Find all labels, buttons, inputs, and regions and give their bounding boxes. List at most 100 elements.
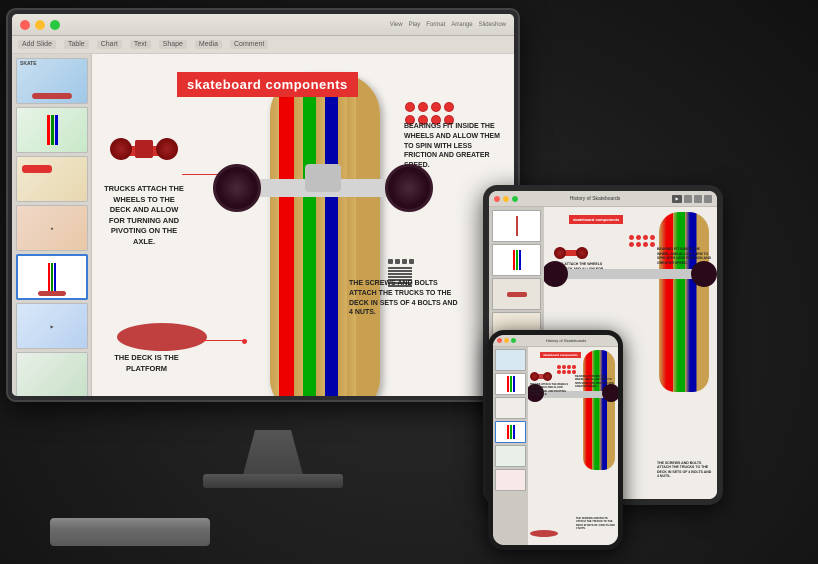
iphone-bearings bbox=[557, 365, 576, 374]
toolbar-chart[interactable]: Chart bbox=[97, 40, 122, 49]
mac-mini-base bbox=[50, 518, 210, 546]
slide-thumb-7[interactable] bbox=[16, 352, 88, 396]
toolbar-label-format: Format bbox=[426, 22, 445, 28]
truck-hanger bbox=[305, 164, 341, 192]
iphone-screws-text: THE SCREWS AND BOLTS ATTACH THE TRUCKS T… bbox=[576, 517, 616, 530]
presentation-area: SKATE bbox=[12, 54, 514, 396]
thumb-6-content: ▶ bbox=[48, 322, 55, 331]
toolbar-label-view: View bbox=[390, 22, 403, 28]
iphone-slide: skateboard components TRUCKS ATTACH THE … bbox=[528, 347, 618, 545]
ipad-btn-1[interactable] bbox=[684, 195, 692, 203]
slide-thumb-6[interactable]: ▶ bbox=[16, 303, 88, 349]
maximize-button[interactable] bbox=[50, 20, 60, 30]
ipad-bearing-7 bbox=[643, 242, 648, 247]
minimize-button[interactable] bbox=[35, 20, 45, 30]
toolbar-label-slideshow: Slideshow bbox=[479, 22, 506, 28]
slide-title: skateboard components bbox=[177, 72, 358, 97]
monitor: View Play Format Arrange Slideshow Add S… bbox=[8, 10, 538, 430]
ipad-bearing-8 bbox=[650, 242, 655, 247]
deck-illustration bbox=[117, 323, 207, 351]
ipad-toolbar: History of Skateboards ▶ bbox=[489, 191, 717, 207]
iphone-bearing-8 bbox=[572, 370, 576, 374]
iphone-truck-icon bbox=[531, 369, 551, 381]
iphone-device: History of Skateboards bbox=[488, 330, 623, 550]
iphone-bearing-6 bbox=[562, 370, 566, 374]
bearing-circle-1 bbox=[405, 102, 415, 112]
ipad-thumb-2[interactable] bbox=[492, 244, 541, 276]
deck-annotation-line bbox=[197, 340, 247, 341]
slide-thumb-5[interactable] bbox=[16, 254, 88, 300]
iphone-trucks-text: TRUCKS ATTACH THE WHEELS TO THE DECK AND… bbox=[530, 383, 568, 396]
iphone-toolbar: History of Skateboards bbox=[493, 335, 618, 347]
iphone-bearing-3 bbox=[567, 365, 571, 369]
iphone-maximize[interactable] bbox=[511, 338, 516, 343]
toolbar-label-arrange: Arrange bbox=[451, 22, 472, 28]
screws-annotation: THE SCREWS AND BOLTS ATTACH THE TRUCKS T… bbox=[349, 279, 459, 318]
iphone-sidebar bbox=[493, 347, 528, 545]
ipad-thumb-1[interactable] bbox=[492, 210, 541, 242]
thumb-1-label: SKATE bbox=[20, 61, 37, 67]
iphone-thumb-1[interactable] bbox=[495, 349, 526, 371]
screw-line-4 bbox=[388, 276, 412, 278]
wheel-right bbox=[385, 164, 433, 212]
ipad-maximize[interactable] bbox=[512, 196, 518, 202]
close-button[interactable] bbox=[20, 20, 30, 30]
iphone-title: History of Skateboards bbox=[518, 338, 614, 343]
ipad-btn-3[interactable] bbox=[704, 195, 712, 203]
deck-annotation: THE DECK IS THE PLATFORM bbox=[104, 353, 189, 374]
iphone-bearings-text: BEARING FIT INSIDE THE WHEEL AND ALLOW T… bbox=[575, 375, 615, 388]
ipad-slide-title: skateboard components bbox=[569, 215, 623, 224]
iphone-close[interactable] bbox=[497, 338, 502, 343]
ipad-play-btn[interactable]: ▶ bbox=[672, 195, 682, 203]
ipad-bearing-2 bbox=[636, 235, 641, 240]
iphone-screen: History of Skateboards bbox=[493, 335, 618, 545]
slide-sidebar: SKATE bbox=[12, 54, 92, 396]
monitor-screen-border: View Play Format Arrange Slideshow Add S… bbox=[8, 10, 518, 400]
slide-thumb-4[interactable]: ★ bbox=[16, 205, 88, 251]
ipad-btn-2[interactable] bbox=[694, 195, 702, 203]
toolbar-text[interactable]: Text bbox=[130, 40, 151, 49]
iphone-minimize[interactable] bbox=[504, 338, 509, 343]
ipad-bearing-3 bbox=[643, 235, 648, 240]
iphone-bearing-2 bbox=[562, 365, 566, 369]
screen-content: View Play Format Arrange Slideshow Add S… bbox=[12, 14, 514, 396]
ipad-minimize[interactable] bbox=[503, 196, 509, 202]
ipad-screws-text: THE SCREWS AND BOLTS ATTACH THE TRUCKS T… bbox=[657, 461, 712, 479]
trucks-annotation: TRUCKS ATTACH THE WHEELS TO THE DECK AND… bbox=[104, 184, 184, 247]
iphone-thumb-2[interactable] bbox=[495, 373, 526, 395]
toolbar-label-play: Play bbox=[409, 22, 421, 28]
slide-canvas[interactable]: skateboard components TRUCKS ATTACH THE … bbox=[92, 54, 514, 396]
bearing-circle-3 bbox=[431, 102, 441, 112]
macos-toolbar: View Play Format Arrange Slideshow bbox=[12, 14, 514, 36]
toolbar-media[interactable]: Media bbox=[195, 40, 222, 49]
deck-annotation-dot bbox=[242, 339, 247, 344]
ipad-bearings-text: BEARING FIT INSIDE THE WHEEL AND ALLOW T… bbox=[657, 247, 712, 265]
iphone-thumb-4[interactable] bbox=[495, 421, 526, 443]
toolbar-table[interactable]: Table bbox=[64, 40, 89, 49]
truck-illustration bbox=[114, 132, 174, 172]
ipad-thumb-3[interactable] bbox=[492, 278, 541, 310]
slide-thumb-2[interactable] bbox=[16, 107, 88, 153]
ipad-bearing-5 bbox=[629, 242, 634, 247]
toolbar-shape[interactable]: Shape bbox=[159, 40, 187, 49]
slide-thumb-1[interactable]: SKATE bbox=[16, 58, 88, 104]
toolbar-comment[interactable]: Comment bbox=[230, 40, 268, 49]
screw-2 bbox=[395, 259, 400, 264]
wheel-left bbox=[213, 164, 261, 212]
iphone-content: skateboard components TRUCKS ATTACH THE … bbox=[493, 347, 618, 545]
ipad-wheel-left bbox=[544, 261, 568, 287]
ipad-bearing-1 bbox=[629, 235, 634, 240]
screw-3 bbox=[402, 259, 407, 264]
iphone-thumb-6[interactable] bbox=[495, 469, 526, 491]
ipad-bearing-6 bbox=[636, 242, 641, 247]
skateboard-deck bbox=[270, 74, 380, 396]
toolbar-add-slide[interactable]: Add Slide bbox=[18, 40, 56, 49]
keynote-toolbar: Add Slide Table Chart Text Shape Media C… bbox=[12, 36, 514, 54]
iphone-thumb-3[interactable] bbox=[495, 397, 526, 419]
ipad-bearing-4 bbox=[650, 235, 655, 240]
ipad-close[interactable] bbox=[494, 196, 500, 202]
slide-thumb-3[interactable] bbox=[16, 156, 88, 202]
iphone-thumb-5[interactable] bbox=[495, 445, 526, 467]
ipad-skateboard-deck bbox=[659, 212, 709, 392]
bearing-circle-4 bbox=[444, 102, 454, 112]
